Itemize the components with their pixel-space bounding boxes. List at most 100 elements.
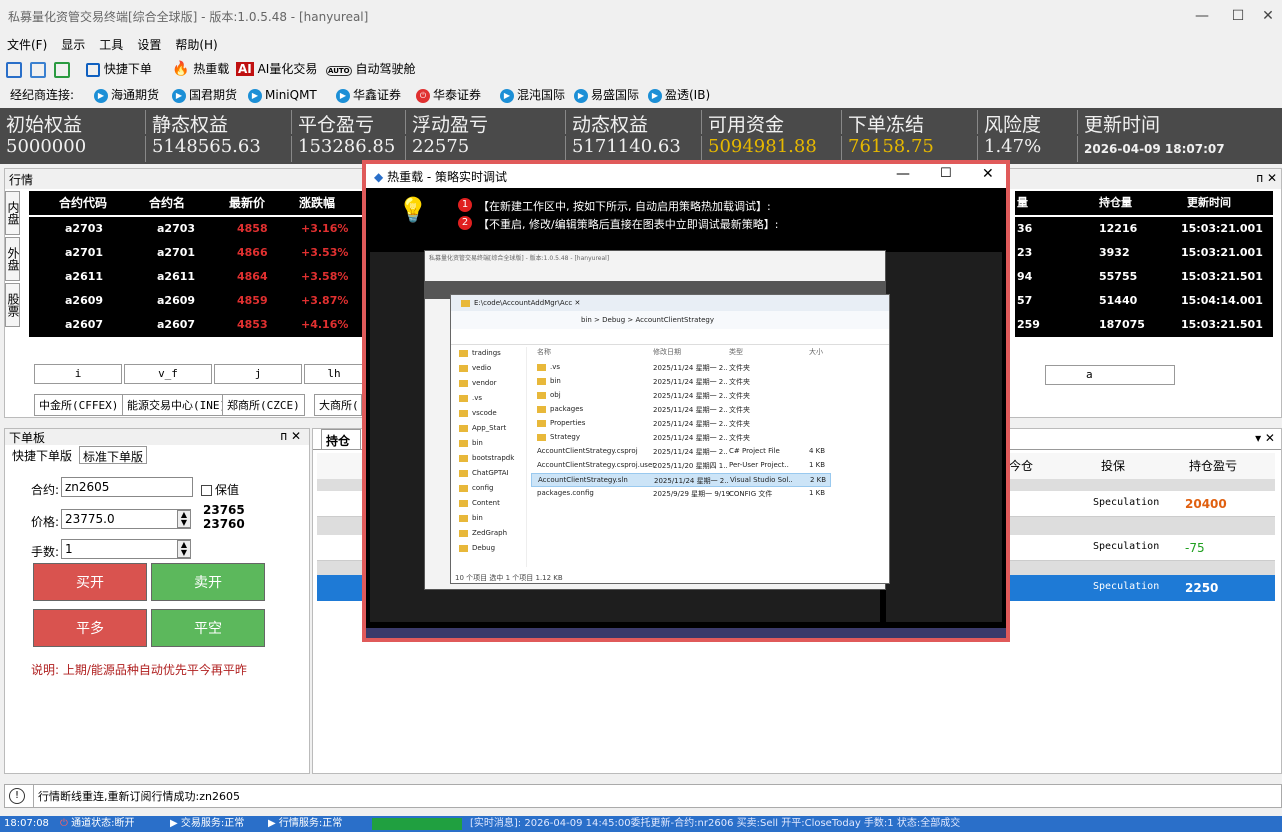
tab-dce[interactable]: 大商所(: [314, 394, 362, 416]
hedge-checkbox[interactable]: 保值: [201, 481, 239, 498]
menu-help[interactable]: 帮助(H): [168, 32, 224, 57]
tab-stocks[interactable]: 股票: [5, 283, 20, 327]
file-row[interactable]: Strategy 2025/11/24 星期一 2.. 文件夹: [531, 431, 801, 445]
grid-icon[interactable]: [54, 60, 70, 78]
col-open-interest[interactable]: 持仓量: [1099, 191, 1132, 215]
price-stepper[interactable]: ▲ ▼: [177, 510, 191, 528]
quote-row[interactable]: a2701 a2701 4866 +3.53%: [29, 241, 363, 265]
explorer-tab[interactable]: E:\code\AccountAddMgr\Acc ✕: [461, 299, 580, 307]
col-btn-vf[interactable]: v_f: [124, 364, 212, 384]
qty-input[interactable]: 1: [61, 539, 191, 559]
close-button[interactable]: ✕: [1248, 4, 1282, 28]
tab-domestic[interactable]: 内盘: [5, 191, 20, 235]
file-row[interactable]: packages 2025/11/24 星期一 2.. 文件夹: [531, 403, 801, 417]
folder-item[interactable]: bin: [459, 514, 483, 522]
close-short-button[interactable]: 平空: [151, 609, 265, 647]
folder-item[interactable]: bin: [459, 439, 483, 447]
broker-huaxin[interactable]: ▶ 华鑫证券: [336, 86, 401, 104]
broker-ib[interactable]: ▶ 盈透(IB): [648, 86, 710, 104]
price-input[interactable]: 23775.0: [61, 509, 191, 529]
dialog-minimize-button[interactable]: —: [896, 166, 910, 182]
file-row[interactable]: Properties 2025/11/24 星期一 2.. 文件夹: [531, 417, 801, 431]
contract-input[interactable]: zn2605: [61, 477, 193, 497]
broker-guojun[interactable]: ▶ 国君期货: [172, 86, 237, 104]
broker-haitong[interactable]: ▶ 海通期货: [94, 86, 159, 104]
quote-row[interactable]: 23 3932 15:03:21.001: [1015, 241, 1273, 265]
folder-item[interactable]: Debug: [459, 544, 495, 552]
menu-file[interactable]: 文件(F): [0, 32, 54, 57]
tab-ine[interactable]: 能源交易中心(INE): [122, 394, 232, 416]
col-btn-i[interactable]: i: [34, 364, 122, 384]
quote-row[interactable]: a2607 a2607 4853 +4.16%: [29, 313, 363, 337]
folder-item[interactable]: config: [459, 484, 493, 492]
folder-item[interactable]: ZedGraph: [459, 529, 507, 537]
file-row[interactable]: bin 2025/11/24 星期一 2.. 文件夹: [531, 375, 801, 389]
menu-settings[interactable]: 设置: [130, 32, 168, 57]
quote-row[interactable]: 259 187075 15:03:21.501: [1015, 313, 1273, 337]
panel-pin-close[interactable]: ᴨ ✕: [280, 429, 301, 443]
quote-row[interactable]: a2609 a2609 4859 +3.87%: [29, 289, 363, 313]
col-file-name[interactable]: 名称: [537, 347, 551, 357]
menu-tools[interactable]: 工具: [92, 32, 130, 57]
broker-hundun[interactable]: ▶ 混沌国际: [500, 86, 565, 104]
file-row[interactable]: AccountClientStrategy.csproj 2025/11/24 星…: [531, 445, 831, 459]
folder-item[interactable]: vendor: [459, 379, 497, 387]
file-row[interactable]: AccountClientStrategy.csproj.user 2025/11…: [531, 459, 831, 473]
folder-item[interactable]: bootstrapdk: [459, 454, 514, 462]
col-file-size[interactable]: 大小: [809, 347, 823, 357]
folder-item[interactable]: App_Start: [459, 424, 506, 432]
col-hedge[interactable]: 投保: [1101, 457, 1125, 474]
col-file-date[interactable]: 修改日期: [653, 347, 681, 357]
tab-quick-order[interactable]: 快捷下单版: [9, 446, 76, 464]
tab-positions[interactable]: 持仓: [321, 429, 361, 449]
panel-pin-close[interactable]: ᴨ ✕: [1256, 171, 1277, 185]
col-update-time[interactable]: 更新时间: [1187, 191, 1231, 215]
tab-cffex[interactable]: 中金所(CFFEX): [34, 394, 124, 416]
folder-item[interactable]: tradings: [459, 349, 501, 357]
close-long-button[interactable]: 平多: [33, 609, 147, 647]
quote-row[interactable]: a2703 a2703 4858 +3.16%: [29, 217, 363, 241]
col-btn-lh[interactable]: lh: [304, 364, 364, 384]
file-row[interactable]: packages.config 2025/9/29 星期一 9/19 CONFIG …: [531, 487, 831, 501]
dialog-close-button[interactable]: ✕: [982, 166, 994, 182]
monitor-icon[interactable]: [30, 60, 46, 78]
col-change[interactable]: 涨跌幅: [299, 191, 335, 215]
column-filter-input[interactable]: a: [1045, 365, 1175, 385]
broker-miniqmt[interactable]: ▶ MiniQMT: [248, 86, 317, 104]
quote-row[interactable]: a2611 a2611 4864 +3.58%: [29, 265, 363, 289]
col-name[interactable]: 合约名: [149, 191, 185, 215]
col-today[interactable]: 今仓: [1009, 457, 1033, 474]
hot-load-button[interactable]: 🔥 热重载: [172, 60, 229, 78]
quick-order-button[interactable]: 快捷下单: [86, 60, 152, 78]
panel-dropdown-close[interactable]: ▾ ✕: [1255, 431, 1275, 445]
file-row[interactable]: obj 2025/11/24 星期一 2.. 文件夹: [531, 389, 801, 403]
col-pnl[interactable]: 持仓盈亏: [1189, 457, 1237, 474]
col-volume[interactable]: 量: [1017, 191, 1028, 215]
col-last[interactable]: 最新价: [229, 191, 265, 215]
folder-item[interactable]: vscode: [459, 409, 497, 417]
sell-open-button[interactable]: 卖开: [151, 563, 265, 601]
file-row-selected[interactable]: AccountClientStrategy.sln 2025/11/24 星期一 …: [531, 473, 831, 487]
menu-view[interactable]: 显示: [54, 32, 92, 57]
broker-huatai[interactable]: ⏻ 华泰证券: [416, 86, 481, 104]
col-file-type[interactable]: 类型: [729, 347, 743, 357]
quote-row[interactable]: 94 55755 15:03:21.501: [1015, 265, 1273, 289]
tab-czce[interactable]: 郑商所(CZCE): [222, 394, 305, 416]
broker-yisheng[interactable]: ▶ 易盛国际: [574, 86, 639, 104]
folder-item[interactable]: .vs: [459, 394, 482, 402]
col-btn-j[interactable]: j: [214, 364, 302, 384]
folder-item[interactable]: Content: [459, 499, 500, 507]
folder-item[interactable]: ChatGPTAI: [459, 469, 509, 477]
layout-icon[interactable]: [6, 60, 22, 78]
auto-drive-button[interactable]: AUTO 自动驾驶舱: [326, 60, 415, 78]
file-row[interactable]: .vs 2025/11/24 星期一 2.. 文件夹: [531, 361, 801, 375]
qty-stepper[interactable]: ▲ ▼: [177, 540, 191, 558]
folder-item[interactable]: vedio: [459, 364, 491, 372]
explorer-breadcrumb[interactable]: bin > Debug > AccountClientStrategy: [581, 316, 714, 324]
buy-open-button[interactable]: 买开: [33, 563, 147, 601]
quote-row[interactable]: 57 51440 15:04:14.001: [1015, 289, 1273, 313]
minimize-button[interactable]: —: [1182, 4, 1222, 28]
ai-quant-button[interactable]: AI AI量化交易: [236, 60, 317, 78]
tab-foreign[interactable]: 外盘: [5, 237, 20, 281]
tab-standard-order[interactable]: 标准下单版: [79, 446, 148, 464]
